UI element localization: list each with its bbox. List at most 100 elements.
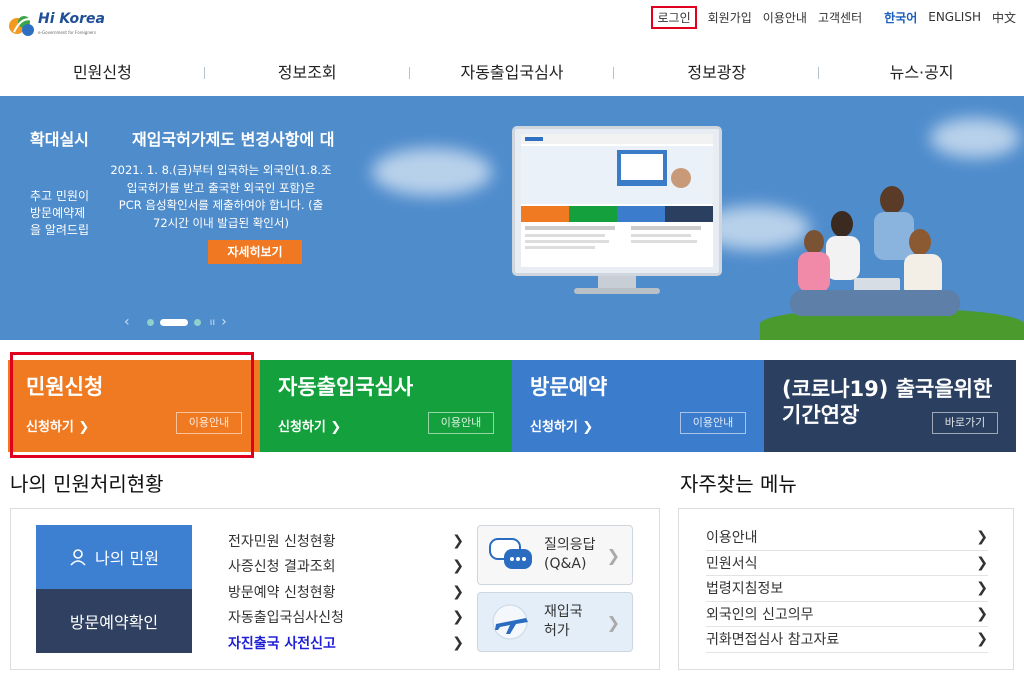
support-link[interactable]: 고객센터 [818, 9, 862, 26]
nav-item-auto-immigration[interactable]: 자동출입국심사 [410, 56, 615, 96]
my-applications-button[interactable]: 나의 민원 [36, 525, 192, 589]
freq-link-label: 민원서식 [706, 555, 758, 572]
banner-next-button[interactable]: › [221, 314, 227, 330]
banner-body-line: 72시간 이내 발급된 확인서) [153, 215, 289, 230]
reentry-label-line: 허가 [544, 623, 570, 639]
nav-label: 자동출입국심사 [460, 63, 564, 82]
freq-link-report-duty[interactable]: 외국인의 신고의무 ❯ [706, 602, 988, 627]
banner-controls: ‹ ıı › [124, 314, 227, 330]
chat-bubble-icon [489, 538, 532, 569]
banner-more-button[interactable]: 자세히보기 [208, 240, 302, 264]
monitor-screen [521, 134, 713, 267]
banner-dot[interactable] [193, 318, 201, 326]
reentry-label: 재입국 허가 [544, 603, 607, 641]
my-applications-label: 나의 민원 [95, 549, 159, 568]
freq-link-label: 법령지침정보 [706, 581, 784, 598]
tile-visit-reservation[interactable]: 방문예약 신청하기 ❯ 이용안내 [512, 360, 764, 452]
lang-english[interactable]: ENGLISH [928, 10, 981, 24]
banner-title: 재입국허가제도 변경사항에 대 [132, 130, 335, 149]
nav-item-info-inquiry[interactable]: 정보조회 [205, 56, 410, 96]
cloud-decoration [372, 148, 492, 196]
chevron-right-icon: ❯ [976, 631, 988, 648]
reentry-label-line: 재입국 [544, 604, 583, 620]
tile-apply-link[interactable]: 신청하기 ❯ [278, 416, 341, 435]
nav-item-info-plaza[interactable]: 정보광장 [614, 56, 820, 96]
status-link-label: 자진출국 사전신고 [228, 635, 336, 652]
freq-link-naturalization[interactable]: 귀화면접심사 참고자료 ❯ [706, 627, 988, 653]
monitor-base [574, 288, 660, 294]
banner-prev-line: 방문예약제 [30, 206, 86, 220]
students-illustration [790, 186, 960, 316]
banner-prev-text: 추고 민원이 방문예약제 을 알려드립 [30, 188, 100, 239]
status-link-label: 방문예약 신청현황 [228, 584, 336, 601]
status-link-label: 자동출입국심사신청 [228, 610, 344, 627]
nav-label: 민원신청 [72, 63, 132, 82]
status-link-label: 사증신청 결과조회 [228, 559, 336, 576]
banner-body: 2021. 1. 8.(금)부터 입국하는 외국인(1.8.조 입국허가를 받고… [104, 162, 338, 232]
main-banner: 확대실시 재입국허가제도 변경사항에 대 추고 민원이 방문예약제 을 알려드립… [0, 96, 1024, 340]
tile-auto-immigration[interactable]: 자동출입국심사 신청하기 ❯ 이용안내 [260, 360, 512, 452]
status-link-auto-immigration[interactable]: 자동출입국심사신청 ❯ [228, 605, 464, 631]
freq-link-forms[interactable]: 민원서식 ❯ [706, 551, 988, 576]
nav-item-civil-application[interactable]: 민원신청 [0, 56, 205, 96]
status-link-e-application[interactable]: 전자민원 신청현황 ❯ [228, 528, 464, 554]
visit-reservation-check-button[interactable]: 방문예약확인 [36, 589, 192, 653]
lang-korean[interactable]: 한국어 [884, 9, 917, 26]
banner-body-line: 입국허가를 받고 출국한 외국인 포함)은 [126, 180, 316, 195]
banner-prev-button[interactable]: ‹ [124, 314, 130, 330]
logo-subtitle: e-Government for Foreigners [38, 30, 97, 35]
tile-guide-button[interactable]: 이용안내 [680, 412, 746, 434]
banner-title-prev: 확대실시 [30, 130, 89, 149]
lang-chinese[interactable]: 中文 [992, 9, 1016, 26]
freq-link-label: 귀화면접심사 참고자료 [706, 632, 840, 649]
chevron-right-icon: ❯ [606, 612, 620, 632]
qna-label: 질의응답 (Q&A) [544, 536, 607, 574]
qna-button[interactable]: 질의응답 (Q&A) ❯ [477, 525, 633, 585]
chevron-right-icon: ❯ [452, 609, 464, 626]
tile-shortcut-button[interactable]: 바로가기 [932, 412, 998, 434]
nav-label: 뉴스·공지 [889, 63, 954, 82]
freq-links: 이용안내 ❯ 민원서식 ❯ 법령지침정보 ❯ 외국인의 신고의무 ❯ 귀화면접심사 참고… [706, 525, 988, 653]
tile-title: 자동출입국심사 [278, 375, 414, 399]
monitor-illustration [512, 126, 722, 276]
hikorea-logo[interactable]: Hi Korea e-Government for Foreigners [8, 8, 128, 42]
tile-title: 방문예약 [530, 375, 608, 399]
chevron-right-icon: ❯ [452, 558, 464, 575]
freq-link-guide[interactable]: 이용안내 ❯ [706, 525, 988, 551]
login-link[interactable]: 로그인 [651, 5, 697, 29]
banner-pause-button[interactable]: ıı [210, 317, 216, 328]
logo-text: Hi Korea [38, 11, 105, 27]
nav-label: 정보광장 [687, 63, 747, 82]
banner-dot-active[interactable] [159, 318, 188, 326]
highlight-box [10, 352, 254, 458]
tile-apply-link[interactable]: 신청하기 ❯ [530, 416, 593, 435]
banner-body-line: 2021. 1. 8.(금)부터 입국하는 외국인(1.8.조 [110, 163, 332, 177]
signup-link[interactable]: 회원가입 [708, 9, 752, 26]
nav-label: 정보조회 [277, 63, 337, 82]
banner-prev-line: 추고 민원이 [30, 189, 90, 203]
status-link-visa-result[interactable]: 사증신청 결과조회 ❯ [228, 554, 464, 580]
chevron-right-icon: ❯ [452, 532, 464, 549]
chevron-right-icon: ❯ [976, 580, 988, 597]
status-section-title: 나의 민원처리현황 [10, 472, 164, 496]
tile-guide-button[interactable]: 이용안내 [428, 412, 494, 434]
guide-link[interactable]: 이용안내 [763, 9, 807, 26]
status-link-voluntary-departure[interactable]: 자진출국 사전신고 ❯ [228, 630, 464, 656]
freq-link-laws[interactable]: 법령지침정보 ❯ [706, 576, 988, 602]
utility-nav: 로그인 회원가입 이용안내 고객센터 한국어 ENGLISH 中文 [651, 5, 1016, 29]
freq-section-title: 자주찾는 메뉴 [680, 472, 797, 496]
chevron-right-icon: ❯ [452, 634, 464, 651]
nav-item-news[interactable]: 뉴스·공지 [819, 56, 1024, 96]
page: Hi Korea e-Government for Foreigners 로그인… [0, 0, 1024, 676]
airplane-globe-icon [492, 604, 528, 640]
tile-covid-extension[interactable]: (코로나19) 출국을위한 기간연장 바로가기 [764, 360, 1016, 452]
chevron-right-icon: ❯ [976, 554, 988, 571]
banner-body-line: PCR 음성확인서를 제출하여야 합니다. (출 [118, 198, 324, 212]
logo-mark-icon [9, 16, 34, 36]
banner-dot[interactable] [146, 318, 154, 326]
reentry-permit-button[interactable]: 재입국 허가 ❯ [477, 592, 633, 652]
qna-label-line: (Q&A) [544, 556, 587, 572]
freq-link-label: 이용안내 [706, 530, 758, 547]
banner-prev-line: 을 알려드립 [30, 223, 90, 237]
status-link-visit-status[interactable]: 방문예약 신청현황 ❯ [228, 579, 464, 605]
